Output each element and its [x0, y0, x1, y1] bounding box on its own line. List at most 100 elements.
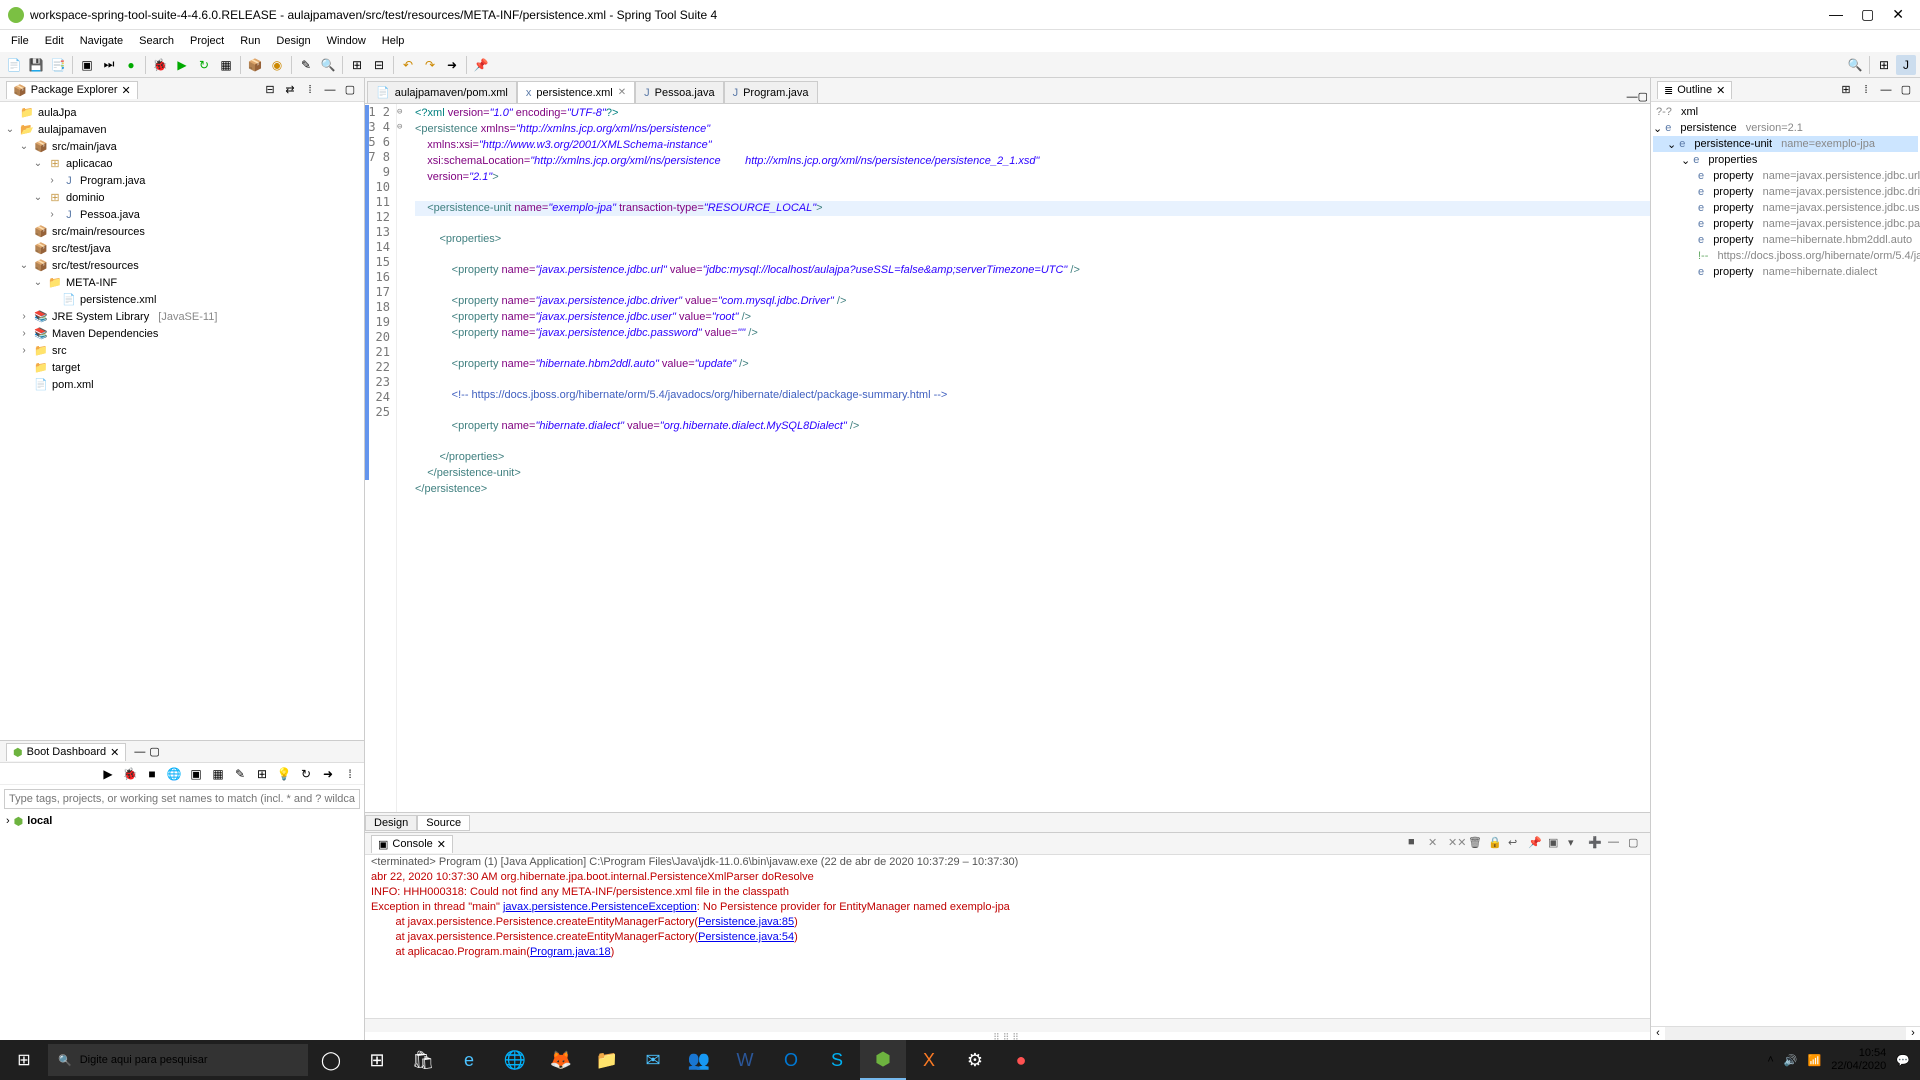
menu-navigate[interactable]: Navigate — [73, 33, 130, 49]
collapse-all-icon[interactable]: ⊟ — [262, 82, 278, 98]
close-icon[interactable]: ✕ — [437, 838, 446, 851]
debug-icon[interactable]: 🐞 — [150, 55, 170, 75]
tree-item[interactable]: src/test/resources — [52, 260, 139, 272]
cortana-icon[interactable]: ⊞ — [354, 1040, 400, 1080]
tray-chevron-icon[interactable]: ˄ — [1767, 1054, 1773, 1066]
maximize-editor-icon[interactable]: ▢ — [1638, 90, 1648, 103]
package-explorer-tree[interactable]: 📁aulaJpa ⌄📂aulajpamaven ⌄📦src/main/java … — [0, 102, 364, 740]
sash-grip[interactable]: ⠿⠿⠿ — [365, 1032, 1650, 1040]
link-editor-icon[interactable]: ⇄ — [282, 82, 298, 98]
outline-item[interactable]: property — [1713, 186, 1753, 198]
tree-item[interactable]: Pessoa.java — [80, 209, 140, 221]
tree-item[interactable]: Maven Dependencies — [52, 328, 158, 340]
outline-item[interactable]: xml — [1681, 106, 1698, 118]
maximize-view-icon[interactable]: ▢ — [149, 745, 159, 758]
boot-dashboard-filter[interactable] — [4, 789, 360, 809]
back-icon[interactable]: ↶ — [398, 55, 418, 75]
console-output[interactable]: abr 22, 2020 10:37:30 AM org.hibernate.j… — [365, 869, 1650, 1018]
package-explorer-tab[interactable]: 📦 Package Explorer ✕ — [6, 81, 138, 99]
outline-item[interactable]: property — [1713, 234, 1753, 246]
tree-item[interactable]: aulaJpa — [38, 107, 77, 119]
stack-link[interactable]: Program.java:18 — [530, 946, 611, 958]
new-icon[interactable]: 📄 — [4, 55, 24, 75]
stack-link[interactable]: Persistence.java:85 — [698, 916, 794, 928]
boot-dashboard-tab[interactable]: ⬢ Boot Dashboard ✕ — [6, 743, 126, 761]
minimize-button[interactable]: — — [1829, 6, 1843, 23]
minimize-view-icon[interactable]: — — [1608, 836, 1624, 852]
menu-design[interactable]: Design — [269, 33, 317, 49]
start-button[interactable]: ⊞ — [0, 1040, 48, 1080]
pin-icon[interactable]: 📌 — [471, 55, 491, 75]
editor-tab-pessoa[interactable]: JPessoa.java — [635, 81, 723, 103]
maximize-view-icon[interactable]: ▢ — [1628, 836, 1644, 852]
maximize-button[interactable]: ▢ — [1861, 6, 1874, 23]
new-class-icon[interactable]: ◉ — [267, 55, 287, 75]
search-icon[interactable]: 🔍 — [318, 55, 338, 75]
display-icon[interactable]: ▣ — [1548, 836, 1564, 852]
saveall-icon[interactable]: 📑 — [48, 55, 68, 75]
skype-icon[interactable]: S — [814, 1040, 860, 1080]
tree-item[interactable]: aulajpamaven — [38, 124, 107, 136]
word-icon[interactable]: W — [722, 1040, 768, 1080]
java-perspective-icon[interactable]: J — [1896, 55, 1916, 75]
teams-icon[interactable]: 👥 — [676, 1040, 722, 1080]
explorer-icon[interactable]: 📁 — [584, 1040, 630, 1080]
notifications-icon[interactable]: 💬 — [1896, 1054, 1910, 1067]
view-menu-icon[interactable]: ⁞ — [1858, 82, 1874, 98]
tree-item[interactable]: src/main/resources — [52, 226, 145, 238]
editor-tab-program[interactable]: JProgram.java — [724, 81, 818, 103]
minimize-view-icon[interactable]: — — [322, 82, 338, 98]
outline-item[interactable]: properties — [1708, 154, 1757, 166]
expand-icon[interactable]: ⊞ — [252, 764, 272, 784]
menu-edit[interactable]: Edit — [38, 33, 71, 49]
menu-help[interactable]: Help — [375, 33, 412, 49]
clear-icon[interactable]: 🗑 — [1468, 836, 1484, 852]
console-icon[interactable]: ▣ — [186, 764, 206, 784]
tree-item[interactable]: Program.java — [80, 175, 145, 187]
close-icon[interactable]: ✕ — [110, 746, 119, 759]
settings-icon[interactable]: ⚙ — [952, 1040, 998, 1080]
wand-icon[interactable]: ✎ — [296, 55, 316, 75]
close-icon[interactable]: ✕ — [122, 84, 131, 97]
scroll-left-icon[interactable]: ‹ — [1651, 1027, 1665, 1040]
app-icon[interactable]: ● — [998, 1040, 1044, 1080]
minimize-editor-icon[interactable]: — — [1627, 91, 1638, 103]
design-tab[interactable]: Design — [365, 815, 417, 831]
close-button[interactable]: ✕ — [1892, 6, 1904, 23]
menu-run[interactable]: Run — [233, 33, 267, 49]
minimize-view-icon[interactable]: — — [1878, 82, 1894, 98]
toggle-icon[interactable]: ⊞ — [347, 55, 367, 75]
edit-icon[interactable]: ✎ — [230, 764, 250, 784]
run-last-icon[interactable]: ↻ — [194, 55, 214, 75]
open-console-icon[interactable]: ▾ — [1568, 836, 1584, 852]
menu-file[interactable]: File — [4, 33, 36, 49]
add-icon[interactable]: ➜ — [318, 764, 338, 784]
menu-search[interactable]: Search — [132, 33, 181, 49]
stop-icon[interactable]: ● — [121, 55, 141, 75]
tree-item[interactable]: META-INF — [66, 277, 117, 289]
mail-icon[interactable]: ✉ — [630, 1040, 676, 1080]
forward-icon[interactable]: ↷ — [420, 55, 440, 75]
taskbar-clock[interactable]: 10:5422/04/2020 — [1831, 1047, 1886, 1073]
tree-item[interactable]: src/test/java — [52, 243, 111, 255]
refresh-icon[interactable]: ↻ — [296, 764, 316, 784]
stop-icon[interactable]: ■ — [142, 764, 162, 784]
tree-item[interactable]: target — [52, 362, 80, 374]
menu-window[interactable]: Window — [320, 33, 373, 49]
source-tab[interactable]: Source — [417, 815, 470, 831]
tree-item[interactable]: persistence.xml — [80, 294, 156, 306]
store-icon[interactable]: 🛍 — [400, 1040, 446, 1080]
xampp-icon[interactable]: X — [906, 1040, 952, 1080]
boot-local[interactable]: local — [27, 815, 52, 828]
tree-item[interactable]: dominio — [66, 192, 105, 204]
console-tab[interactable]: ▣ Console ✕ — [371, 835, 453, 853]
terminate-icon[interactable]: ■ — [1408, 836, 1424, 852]
outlook-icon[interactable]: O — [768, 1040, 814, 1080]
filter-icon[interactable]: ▦ — [208, 764, 228, 784]
tree-item[interactable]: pom.xml — [52, 379, 94, 391]
globe-icon[interactable]: 🌐 — [164, 764, 184, 784]
editor-tab-persistence[interactable]: xpersistence.xml✕ — [517, 81, 635, 103]
run-icon[interactable]: ▶ — [172, 55, 192, 75]
minimize-view-icon[interactable]: — — [134, 746, 145, 758]
maximize-view-icon[interactable]: ▢ — [342, 82, 358, 98]
